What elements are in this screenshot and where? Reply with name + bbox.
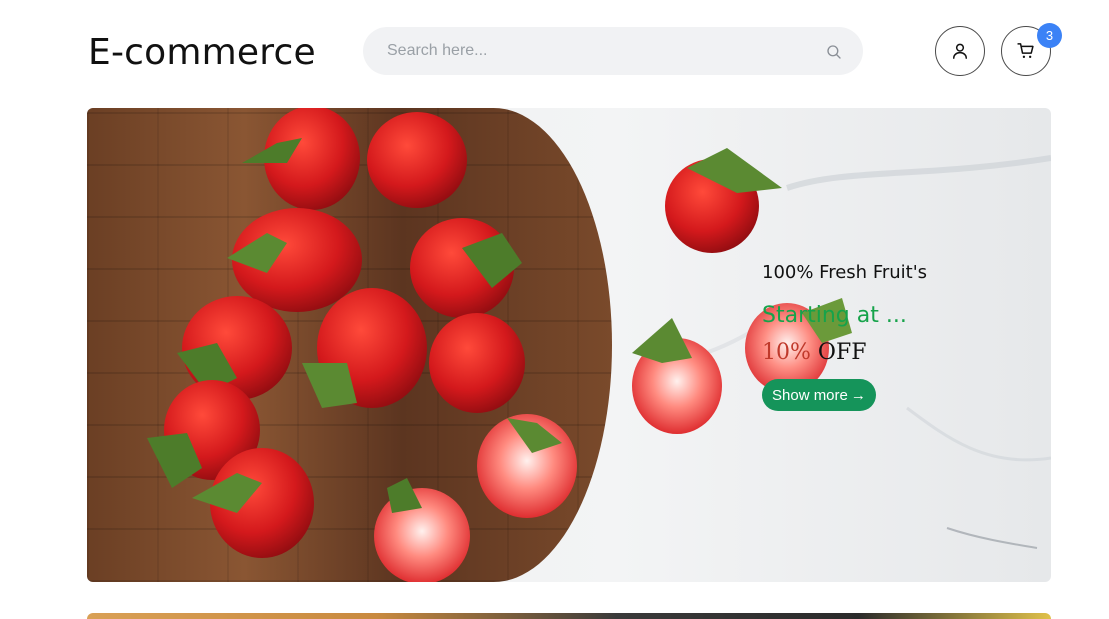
hero-content: 100% Fresh Fruit's Starting at ... 10% O…: [762, 262, 1022, 411]
strawberry-group: [147, 108, 852, 582]
hero-eyebrow: 100% Fresh Fruit's: [762, 262, 928, 283]
search-input[interactable]: [363, 27, 863, 75]
brand-logo[interactable]: E-commerce: [88, 32, 316, 73]
show-more-button[interactable]: Show more →: [762, 379, 876, 411]
arrow-right-icon: →: [850, 386, 866, 404]
cart-count-badge: 3: [1037, 23, 1062, 48]
discount-off-label: OFF: [817, 340, 867, 365]
search-icon[interactable]: [825, 43, 843, 61]
hero-banner: 100% Fresh Fruit's Starting at ... 10% O…: [87, 108, 1051, 582]
cart-icon: [1017, 43, 1034, 58]
hero-subtitle: Starting at ...: [762, 303, 907, 328]
site-header: E-commerce 3: [0, 0, 1109, 100]
page: E-commerce 3: [0, 0, 1109, 619]
next-section-preview: [87, 613, 1051, 619]
show-more-label: Show more: [772, 386, 848, 404]
account-button[interactable]: [935, 26, 985, 76]
hero-discount: 10% OFF: [762, 340, 1022, 365]
discount-percent: 10%: [762, 340, 811, 365]
user-icon: [953, 43, 967, 59]
search-bar: [363, 27, 863, 75]
